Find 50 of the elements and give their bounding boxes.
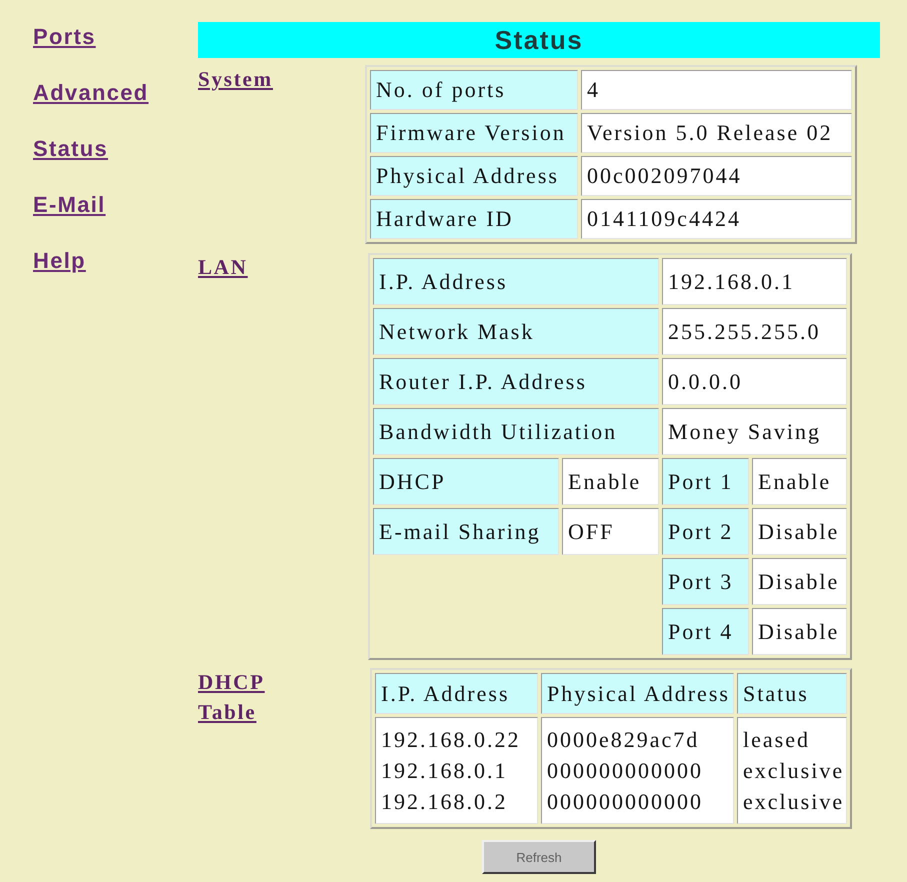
value-cell: Version 5.0 Release 02 xyxy=(581,113,852,153)
value-cell: 0141109c4424 xyxy=(581,199,852,239)
label-cell: Port 2 xyxy=(662,508,750,555)
value-cell: Money Saving xyxy=(662,408,847,455)
ip-address-text: 192.168.0.22 xyxy=(381,726,522,754)
mac-address-text: 000000000000 xyxy=(547,788,704,816)
label-cell: Hardware ID xyxy=(370,199,578,239)
value-cell: 4 xyxy=(581,70,852,110)
lease-status-text: leased xyxy=(743,726,811,754)
ip-address-text: 192.168.0.1 xyxy=(381,757,508,785)
lease-status-text: exclusive xyxy=(743,788,841,816)
nav-link[interactable]: Status xyxy=(33,136,108,162)
value-cell: Enable xyxy=(562,458,660,505)
value-cell: 00c002097044 xyxy=(581,156,852,196)
label-cell: Port 3 xyxy=(662,558,750,605)
label-cell: E-mail Sharing xyxy=(373,508,559,555)
column-header: Physical Address xyxy=(541,673,734,714)
nav-link[interactable]: E-Mail xyxy=(33,192,106,218)
value-cell: Disable xyxy=(752,558,847,605)
label-cell: No. of ports xyxy=(370,70,578,110)
label-cell: Port 4 xyxy=(662,608,750,655)
mac-address-text: 0000e829ac7d xyxy=(547,726,700,754)
nav-link[interactable]: Help xyxy=(33,248,86,274)
section-link[interactable]: DHCP Table xyxy=(198,667,290,727)
mac-address-text: 000000000000 xyxy=(547,757,704,785)
value-cell: Enable xyxy=(752,458,847,505)
value-cell: 0.0.0.0 xyxy=(662,358,847,405)
value-cell: OFF xyxy=(562,508,660,555)
nav-link[interactable]: Advanced xyxy=(33,80,149,106)
label-cell: Firmware Version xyxy=(370,113,578,153)
ip-address-text: 192.168.0.2 xyxy=(381,788,508,816)
column-header: Status xyxy=(737,673,847,714)
label-cell: Router I.P. Address xyxy=(373,358,660,405)
column-header: I.P. Address xyxy=(375,673,538,714)
value-cell: 192.168.0.1 xyxy=(662,258,847,305)
refresh-button[interactable]: Refresh xyxy=(482,840,596,874)
label-cell: Port 1 xyxy=(662,458,750,505)
label-cell: Network Mask xyxy=(373,308,660,355)
value-cell: 255.255.255.0 xyxy=(662,308,847,355)
label-cell: Bandwidth Utilization xyxy=(373,408,660,455)
title-bar: Status xyxy=(198,22,880,58)
value-cell: Disable xyxy=(752,508,847,555)
section-link[interactable]: LAN xyxy=(198,252,248,282)
nav-link[interactable]: Ports xyxy=(33,24,96,50)
section-link[interactable]: System xyxy=(198,64,273,94)
value-cell: Disable xyxy=(752,608,847,655)
label-cell: DHCP xyxy=(373,458,559,505)
label-cell: I.P. Address xyxy=(373,258,660,305)
lease-status-text: exclusive xyxy=(743,757,841,785)
label-cell: Physical Address xyxy=(370,156,578,196)
